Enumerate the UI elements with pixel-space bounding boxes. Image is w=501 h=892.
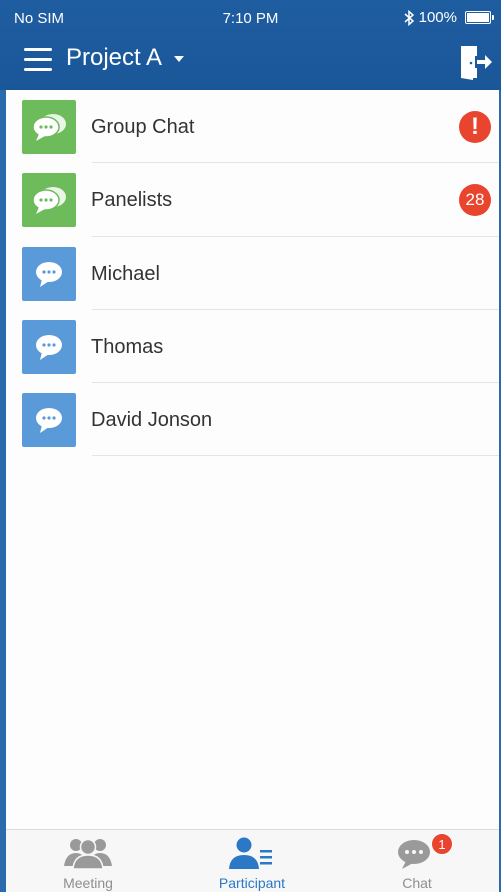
- caret-down-icon: [174, 56, 185, 62]
- tab-meeting[interactable]: Meeting: [6, 830, 170, 892]
- tab-chat[interactable]: 1 Chat: [335, 830, 499, 892]
- group-chat-icon: [32, 187, 66, 215]
- alert-badge: !: [459, 111, 491, 143]
- battery-icon: [465, 11, 494, 24]
- participant-list-icon: [229, 837, 272, 869]
- list-item[interactable]: Group Chat!: [6, 90, 499, 164]
- chat-bubble-icon: [36, 408, 62, 434]
- list-item-name: David Jonson: [91, 409, 213, 432]
- list-item-name: Group Chat: [91, 116, 195, 138]
- tab-bar: Meeting Participant 1 Chat: [6, 829, 499, 892]
- row-divider: [92, 455, 499, 457]
- status-bar: No SIM 7:10 PM 100%: [0, 0, 501, 36]
- unread-count-badge: 28: [459, 184, 491, 217]
- list-item-name: Thomas: [91, 335, 164, 358]
- conversation-list: Group Chat! Panelists 28 Michael Thomas David…: [6, 90, 499, 457]
- avatar: [22, 100, 76, 154]
- hamburger-icon[interactable]: [24, 48, 52, 72]
- avatar: [22, 246, 76, 301]
- battery-percent: 100%: [418, 9, 457, 26]
- project-selector[interactable]: Project A: [66, 44, 185, 72]
- avatar: [22, 319, 76, 374]
- people-group-icon: [64, 838, 112, 870]
- avatar: [22, 173, 76, 228]
- status-right: 100%: [403, 9, 494, 26]
- tab-label-meeting: Meeting: [63, 875, 113, 891]
- list-item[interactable]: Panelists 28: [6, 163, 499, 237]
- project-title: Project A: [66, 44, 163, 71]
- exit-door-icon[interactable]: [459, 43, 493, 81]
- tab-label-chat: Chat: [402, 875, 432, 891]
- header: No SIM 7:10 PM 100% Project A: [0, 0, 501, 90]
- list-item[interactable]: Michael: [6, 237, 499, 310]
- list-item-name: Panelists: [91, 189, 173, 212]
- group-chat-icon: [32, 114, 66, 141]
- list-item[interactable]: David Jonson: [6, 383, 499, 457]
- tab-participant[interactable]: Participant: [170, 830, 334, 892]
- list-item[interactable]: Thomas: [6, 310, 499, 384]
- chat-unread-badge: 1: [431, 833, 453, 855]
- tab-label-participant: Participant: [218, 875, 286, 891]
- list-item-name: Michael: [91, 262, 160, 285]
- chat-bubble-icon: [36, 261, 62, 287]
- nav-bar: Project A: [0, 36, 501, 90]
- chat-bubble-icon: [36, 334, 62, 360]
- bluetooth-icon: [404, 9, 414, 26]
- avatar: [22, 393, 76, 448]
